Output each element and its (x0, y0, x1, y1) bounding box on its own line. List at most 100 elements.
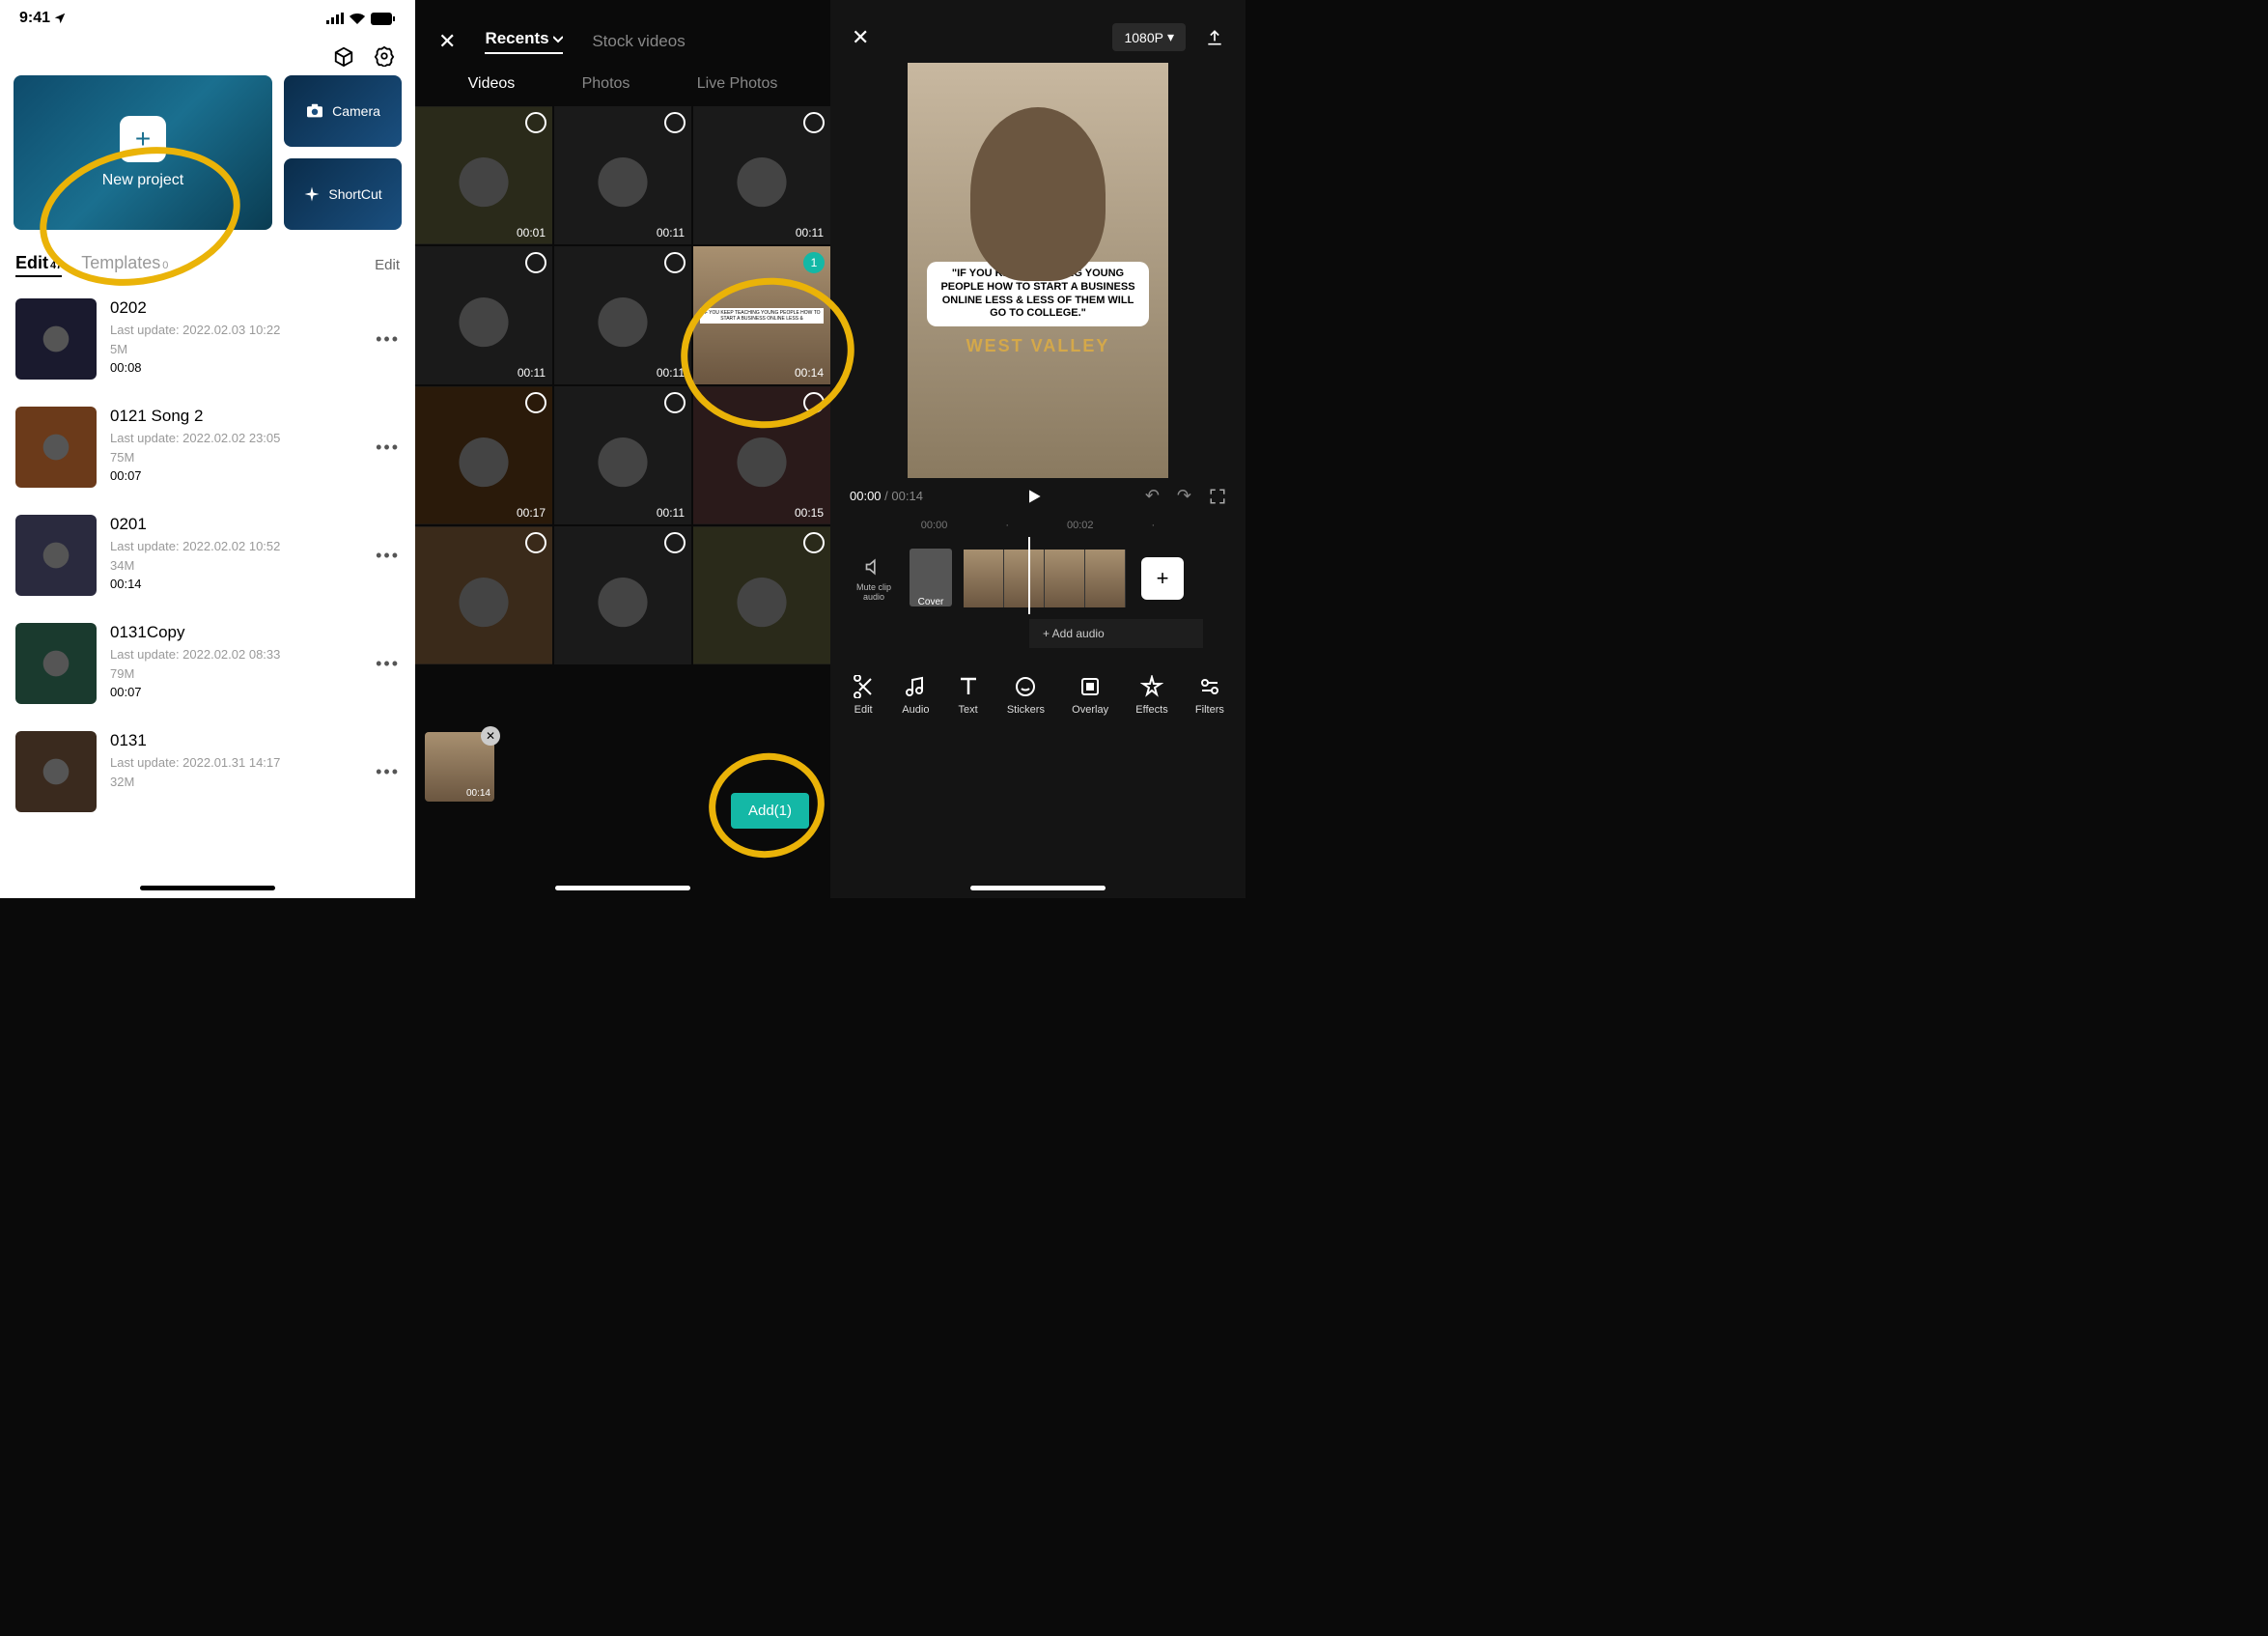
cell-duration: 00:17 (517, 506, 546, 520)
cover-button[interactable]: Cover (910, 549, 952, 607)
cell-duration: 00:01 (517, 226, 546, 240)
selection-ring[interactable] (664, 112, 686, 133)
camera-icon (305, 103, 324, 119)
selection-ring[interactable]: 1 (803, 252, 825, 273)
media-cell[interactable]: IF YOU KEEP TEACHING YOUNG PEOPLE HOW TO… (693, 246, 830, 384)
cell-duration: 00:11 (796, 226, 824, 240)
new-project-button[interactable]: + New project (14, 75, 272, 230)
media-cell[interactable]: 00:11 (693, 106, 830, 244)
redo-icon[interactable]: ↷ (1177, 486, 1191, 506)
resolution-button[interactable]: 1080P▾ (1112, 23, 1186, 51)
selection-ring[interactable] (525, 112, 546, 133)
chevron-down-icon: ▾ (1167, 29, 1174, 45)
edit-link[interactable]: Edit (375, 257, 400, 273)
export-icon[interactable] (1205, 28, 1224, 47)
tool-stickers[interactable]: Stickers (1007, 675, 1045, 716)
project-thumb (15, 407, 97, 488)
add-audio-button[interactable]: + Add audio (1029, 619, 1203, 648)
shortcut-button[interactable]: ShortCut (284, 158, 402, 230)
more-icon[interactable]: ••• (376, 654, 400, 674)
playhead[interactable] (1028, 537, 1030, 614)
tool-overlay[interactable]: Overlay (1072, 675, 1108, 716)
selection-ring[interactable] (525, 532, 546, 553)
T-icon (957, 675, 980, 698)
project-meta: Last update: 2022.02.02 10:5234M00:14 (110, 537, 362, 594)
tool-audio[interactable]: Audio (902, 675, 929, 716)
project-row[interactable]: 0131Copy Last update: 2022.02.02 08:3379… (15, 609, 400, 718)
star-icon (1140, 675, 1163, 698)
media-cell[interactable]: 00:11 (554, 246, 691, 384)
tool-label: Filters (1195, 704, 1224, 716)
sliders-icon (1198, 675, 1221, 698)
close-icon[interactable]: ✕ (852, 25, 869, 50)
status-right (326, 13, 396, 25)
clip-strip[interactable] (964, 550, 1126, 607)
close-icon[interactable]: ✕ (438, 29, 456, 54)
media-cell[interactable]: 00:15 (693, 386, 830, 524)
project-row[interactable]: 0131 Last update: 2022.01.31 14:1732M ••… (15, 718, 400, 826)
tool-label: Effects (1135, 704, 1167, 716)
selection-ring[interactable] (664, 252, 686, 273)
wifi-icon (350, 13, 365, 24)
selection-ring[interactable] (803, 532, 825, 553)
project-meta: Last update: 2022.02.02 08:3379M00:07 (110, 645, 362, 702)
project-thumb (15, 298, 97, 380)
home-indicator[interactable] (970, 886, 1106, 890)
media-cell[interactable] (554, 526, 691, 664)
media-cell[interactable]: 00:11 (554, 386, 691, 524)
home-indicator[interactable] (140, 886, 275, 890)
new-project-label: New project (102, 172, 183, 189)
tab-edit[interactable]: Edit47 (15, 253, 62, 277)
subtab-videos[interactable]: Videos (468, 75, 516, 93)
selection-ring[interactable] (525, 392, 546, 413)
chevron-down-icon (553, 36, 563, 43)
selection-ring[interactable] (803, 112, 825, 133)
project-row[interactable]: 0202 Last update: 2022.02.03 10:225M00:0… (15, 285, 400, 393)
home-indicator[interactable] (555, 886, 690, 890)
media-cell[interactable]: 00:01 (415, 106, 552, 244)
remove-selection-icon[interactable]: ✕ (481, 726, 500, 746)
cell-duration: 00:11 (657, 506, 685, 520)
tab-recents[interactable]: Recents (485, 29, 563, 54)
subtab-live-photos[interactable]: Live Photos (697, 75, 778, 93)
more-icon[interactable]: ••• (376, 329, 400, 350)
media-cell[interactable] (693, 526, 830, 664)
selected-clips-row: ✕ 00:14 (425, 732, 494, 802)
project-row[interactable]: 0121 Song 2 Last update: 2022.02.02 23:0… (15, 393, 400, 501)
plus-icon: + (120, 116, 166, 162)
more-icon[interactable]: ••• (376, 437, 400, 458)
box-icon[interactable] (332, 44, 355, 68)
tool-text[interactable]: Text (957, 675, 980, 716)
tab-stock-videos[interactable]: Stock videos (592, 32, 685, 51)
camera-button[interactable]: Camera (284, 75, 402, 147)
media-cell[interactable]: 00:17 (415, 386, 552, 524)
timeline[interactable]: Mute clip audio Cover + (830, 537, 1246, 615)
add-clip-button[interactable]: + (1141, 557, 1184, 600)
media-cell[interactable]: 00:11 (554, 106, 691, 244)
subtab-photos[interactable]: Photos (582, 75, 630, 93)
project-thumb (15, 515, 97, 596)
play-icon[interactable] (1024, 487, 1044, 506)
more-icon[interactable]: ••• (376, 546, 400, 566)
settings-icon[interactable] (373, 44, 396, 68)
video-preview[interactable]: "IF YOU KEEP TEACHING YOUNG PEOPLE HOW T… (908, 63, 1168, 478)
more-icon[interactable]: ••• (376, 762, 400, 782)
selection-ring[interactable] (525, 252, 546, 273)
mute-label: Mute clip audio (850, 582, 898, 602)
media-cell[interactable]: 00:11 (415, 246, 552, 384)
mute-clip-button[interactable]: Mute clip audio (850, 555, 898, 602)
undo-icon[interactable]: ↶ (1145, 486, 1160, 506)
selection-ring[interactable] (803, 392, 825, 413)
tab-templates[interactable]: Templates0 (81, 253, 168, 273)
project-row[interactable]: 0201 Last update: 2022.02.02 10:5234M00:… (15, 501, 400, 609)
media-cell[interactable] (415, 526, 552, 664)
signal-icon (326, 13, 344, 24)
selection-ring[interactable] (664, 392, 686, 413)
tool-filters[interactable]: Filters (1195, 675, 1224, 716)
add-button[interactable]: Add(1) (731, 793, 809, 829)
tool-edit[interactable]: Edit (852, 675, 875, 716)
tool-effects[interactable]: Effects (1135, 675, 1167, 716)
selected-thumb[interactable]: ✕ 00:14 (425, 732, 494, 802)
fullscreen-icon[interactable] (1209, 488, 1226, 505)
selection-ring[interactable] (664, 532, 686, 553)
